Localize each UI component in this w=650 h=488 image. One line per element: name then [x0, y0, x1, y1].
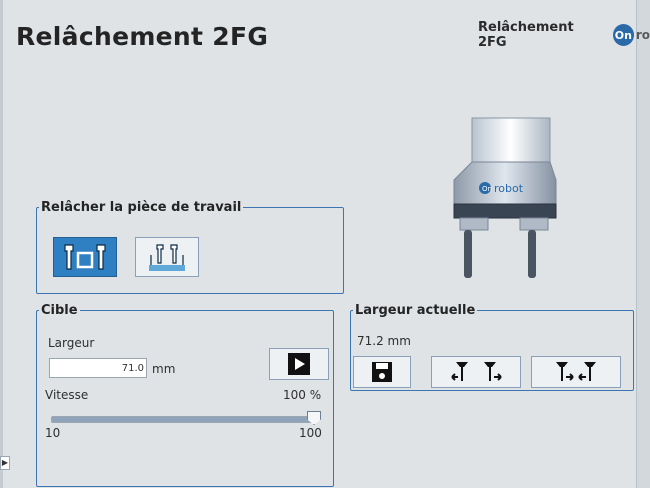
speed-label: Vitesse	[45, 388, 89, 402]
width-input-value: 71.0	[121, 362, 144, 374]
page-title: Relâchement 2FG	[16, 22, 269, 51]
speed-slider[interactable]	[51, 411, 321, 425]
close-fingers-icon	[451, 362, 502, 381]
logo-tail-text: ro	[635, 28, 650, 42]
header-plugin-title: Relâchement 2FG On ro	[478, 20, 650, 50]
current-width-group: Largeur actuelle 71.2 mm	[350, 303, 634, 391]
onrobot-logo-icon: On	[612, 24, 634, 46]
width-label: Largeur	[48, 336, 95, 350]
open-fingers-button[interactable]	[531, 356, 621, 388]
target-group: Cible Largeur 71.0 mm Vitesse 100 % 10 1…	[36, 303, 334, 487]
save-icon	[372, 362, 392, 382]
current-width-legend: Largeur actuelle	[355, 303, 476, 318]
scroll-right-arrow[interactable]: ▶	[0, 456, 10, 470]
gripper-image: On robot	[453, 117, 557, 278]
speed-slider-thumb[interactable]	[307, 411, 321, 425]
internal-grip-button[interactable]	[135, 237, 199, 277]
internal-grip-icon	[149, 244, 185, 271]
header-right-title: Relâchement 2FG	[478, 20, 574, 50]
play-button[interactable]	[269, 348, 329, 380]
target-legend: Cible	[41, 303, 78, 318]
play-icon	[288, 353, 310, 375]
right-edge	[636, 0, 650, 488]
slider-min-label: 10	[45, 426, 61, 440]
release-legend: Relâcher la pièce de travail	[41, 200, 242, 215]
gripper-brand-text: robot	[494, 182, 524, 195]
external-grip-icon	[64, 244, 106, 270]
current-width-value: 71.2 mm	[357, 334, 411, 348]
width-input[interactable]: 71.0	[49, 358, 147, 378]
external-grip-button[interactable]	[53, 237, 117, 277]
gripper-badge-text: On	[482, 185, 492, 193]
speed-value: 100 %	[283, 388, 322, 402]
open-fingers-icon	[556, 362, 596, 381]
close-fingers-button[interactable]	[431, 356, 521, 388]
release-group: Relâcher la pièce de travail	[36, 200, 344, 294]
slider-max-label: 100	[299, 426, 322, 440]
width-unit: mm	[152, 362, 176, 376]
speed-slider-fill	[52, 417, 314, 422]
save-width-button[interactable]	[353, 356, 411, 388]
left-edge	[0, 0, 3, 488]
